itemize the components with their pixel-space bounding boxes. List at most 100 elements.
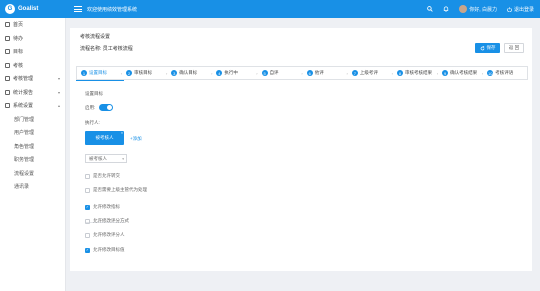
avatar <box>459 5 468 13</box>
assessment-icon <box>5 62 10 68</box>
tab-step-3[interactable]: 3 确认目标 <box>167 70 211 76</box>
step-label: 设置目标 <box>89 70 107 75</box>
step-label: 他评 <box>314 70 324 75</box>
close-icon[interactable]: × <box>121 131 123 135</box>
search-icon[interactable] <box>427 6 433 12</box>
save-label: 保存 <box>486 45 496 50</box>
step-label: 执行中 <box>224 70 238 75</box>
tab-step-2[interactable]: 2 审核目标 <box>122 70 166 76</box>
sidebar-item-positions[interactable]: 职务管理 <box>0 153 65 167</box>
sidebar-item-settings[interactable]: 系统设置 ▴ <box>0 99 65 113</box>
tab-step-10[interactable]: 10 考核评语 <box>483 70 527 76</box>
active-step-underline <box>76 80 124 81</box>
step-number: 5 <box>261 70 268 76</box>
tab-step-9[interactable]: 9 确认考核结果 <box>438 70 482 76</box>
brand-name: Goalist <box>18 6 39 12</box>
step-number: 10 <box>487 70 494 76</box>
step-number: 6 <box>306 70 313 76</box>
back-button[interactable]: 返 回 <box>504 43 524 53</box>
tab-step-6[interactable]: 6 他评 <box>303 70 347 76</box>
step-label: 确认目标 <box>179 70 198 75</box>
executor-value: 被考核人 <box>95 135 114 140</box>
sidebar-item-label: 用户管理 <box>14 130 35 137</box>
system-title: 欢迎使用绩效管理系统 <box>87 6 138 13</box>
sidebar-item-flow-settings[interactable]: 流程设置 <box>0 167 65 181</box>
option-label: 允许修改指标 <box>93 204 120 209</box>
sidebar-item-users[interactable]: 用户管理 <box>0 126 65 140</box>
tab-step-5[interactable]: 5 自评 <box>258 70 302 76</box>
option-allow-transfer[interactable]: 是否允许转交 <box>85 173 120 179</box>
step-label: 审核目标 <box>134 70 153 75</box>
enable-toggle[interactable] <box>99 104 113 111</box>
sidebar-item-label: 系统设置 <box>13 103 34 110</box>
chevron-down-icon: ▾ <box>57 76 60 82</box>
step-number: 4 <box>216 70 223 76</box>
user-menu[interactable]: 你好, 白晨力 <box>459 5 497 13</box>
save-button[interactable]: 保存 <box>475 43 500 53</box>
checkbox[interactable]: ✓ <box>85 247 90 253</box>
sidebar-item-department[interactable]: 部门管理 <box>0 113 65 127</box>
tab-step-1[interactable]: 1 设置目标 <box>77 70 121 76</box>
section-label: 设置目标 <box>85 91 103 96</box>
sidebar-item-roles[interactable]: 角色管理 <box>0 140 65 154</box>
settings-icon <box>5 103 10 109</box>
option-label: 是否允许转交 <box>93 173 120 178</box>
add-executor-link[interactable]: +添加 <box>130 136 142 142</box>
sidebar-item-assessment-manage[interactable]: 考核管理 ▾ <box>0 72 65 86</box>
tab-step-8[interactable]: 8 审核考核结果 <box>393 70 437 76</box>
step-number: 2 <box>126 70 133 76</box>
checkbox[interactable] <box>85 218 90 224</box>
step-label: 上级考评 <box>359 70 378 75</box>
checkbox[interactable] <box>85 232 90 238</box>
option-modify-target-value[interactable]: ✓ 允许修改目标值 <box>85 247 125 253</box>
sidebar-item-assessment[interactable]: 考核 <box>0 59 65 73</box>
sidebar-item-label: 部门管理 <box>14 116 35 123</box>
select-value: 被考核人 <box>89 155 107 161</box>
sidebar-item-label: 角色管理 <box>14 143 35 150</box>
sidebar-item-contacts[interactable]: 通讯录 <box>0 180 65 194</box>
checkbox[interactable]: ✓ <box>85 204 90 210</box>
executor-card[interactable]: 被考核人 × <box>85 131 124 145</box>
option-modify-scoring[interactable]: 允许修改评分方式 <box>85 218 129 224</box>
sidebar-item-report[interactable]: 统计报告 ▾ <box>0 86 65 100</box>
option-label: 是否需要上级主管代为处理 <box>93 187 147 192</box>
sidebar-item-home[interactable]: 首页 <box>0 18 65 32</box>
sidebar-item-label: 首页 <box>13 22 24 29</box>
option-modify-scorer[interactable]: 允许修改评分人 <box>85 232 125 238</box>
user-name: 你好, 白晨力 <box>469 6 497 13</box>
manage-icon <box>5 76 10 82</box>
main-panel: 考核流程设置 流程名称: 员工考核流程 保存 返 回 1 设置目标 › 2 审核目标… <box>70 28 532 271</box>
step-number: 8 <box>396 70 403 76</box>
sidebar-item-label: 考核 <box>13 62 24 69</box>
sidebar: 首页 待办 目标 考核 考核管理 ▾ 统计报告 ▾ 系统设置 ▴ 部门管理 用户管理 … <box>0 18 66 291</box>
step-label: 确认考核结果 <box>450 70 478 75</box>
logout-button[interactable]: 退出登录 <box>507 6 534 13</box>
refresh-icon <box>480 45 484 50</box>
step-bar: 1 设置目标 › 2 审核目标 › 3 确认目标 › 4 执行中 › 5 自评 › 6 他评… <box>76 66 528 80</box>
sidebar-item-label: 统计报告 <box>13 89 34 96</box>
tab-step-7[interactable]: 7 上级考评 <box>348 70 392 76</box>
target-icon <box>5 49 10 55</box>
executor-label: 执行人: <box>85 120 100 125</box>
flow-name-value: 员工考核流程 <box>102 46 133 52</box>
tab-step-4[interactable]: 4 执行中 <box>212 70 256 76</box>
option-supervisor-handle[interactable]: 是否需要上级主管代为处理 <box>85 187 147 193</box>
option-modify-indicator[interactable]: ✓ 允许修改指标 <box>85 204 120 210</box>
checkbox[interactable] <box>85 187 90 193</box>
bell-icon[interactable] <box>443 6 449 12</box>
checkbox[interactable] <box>85 173 90 179</box>
logo-icon: G <box>5 4 15 14</box>
sidebar-item-todo[interactable]: 待办 <box>0 32 65 46</box>
step-label: 审核考核结果 <box>404 70 432 75</box>
menu-toggle-icon[interactable] <box>74 6 82 12</box>
step-number: 1 <box>81 70 87 76</box>
executor-select[interactable]: 被考核人 ▾ <box>85 154 127 163</box>
sidebar-item-label: 职务管理 <box>14 157 35 164</box>
sidebar-item-target[interactable]: 目标 <box>0 45 65 59</box>
step-number: 3 <box>171 70 178 76</box>
sidebar-item-label: 考核管理 <box>13 76 34 83</box>
brand[interactable]: G Goalist <box>0 0 66 18</box>
step-label: 自评 <box>269 70 279 75</box>
step-label: 考核评语 <box>495 70 514 75</box>
option-label: 允许修改目标值 <box>93 247 125 252</box>
